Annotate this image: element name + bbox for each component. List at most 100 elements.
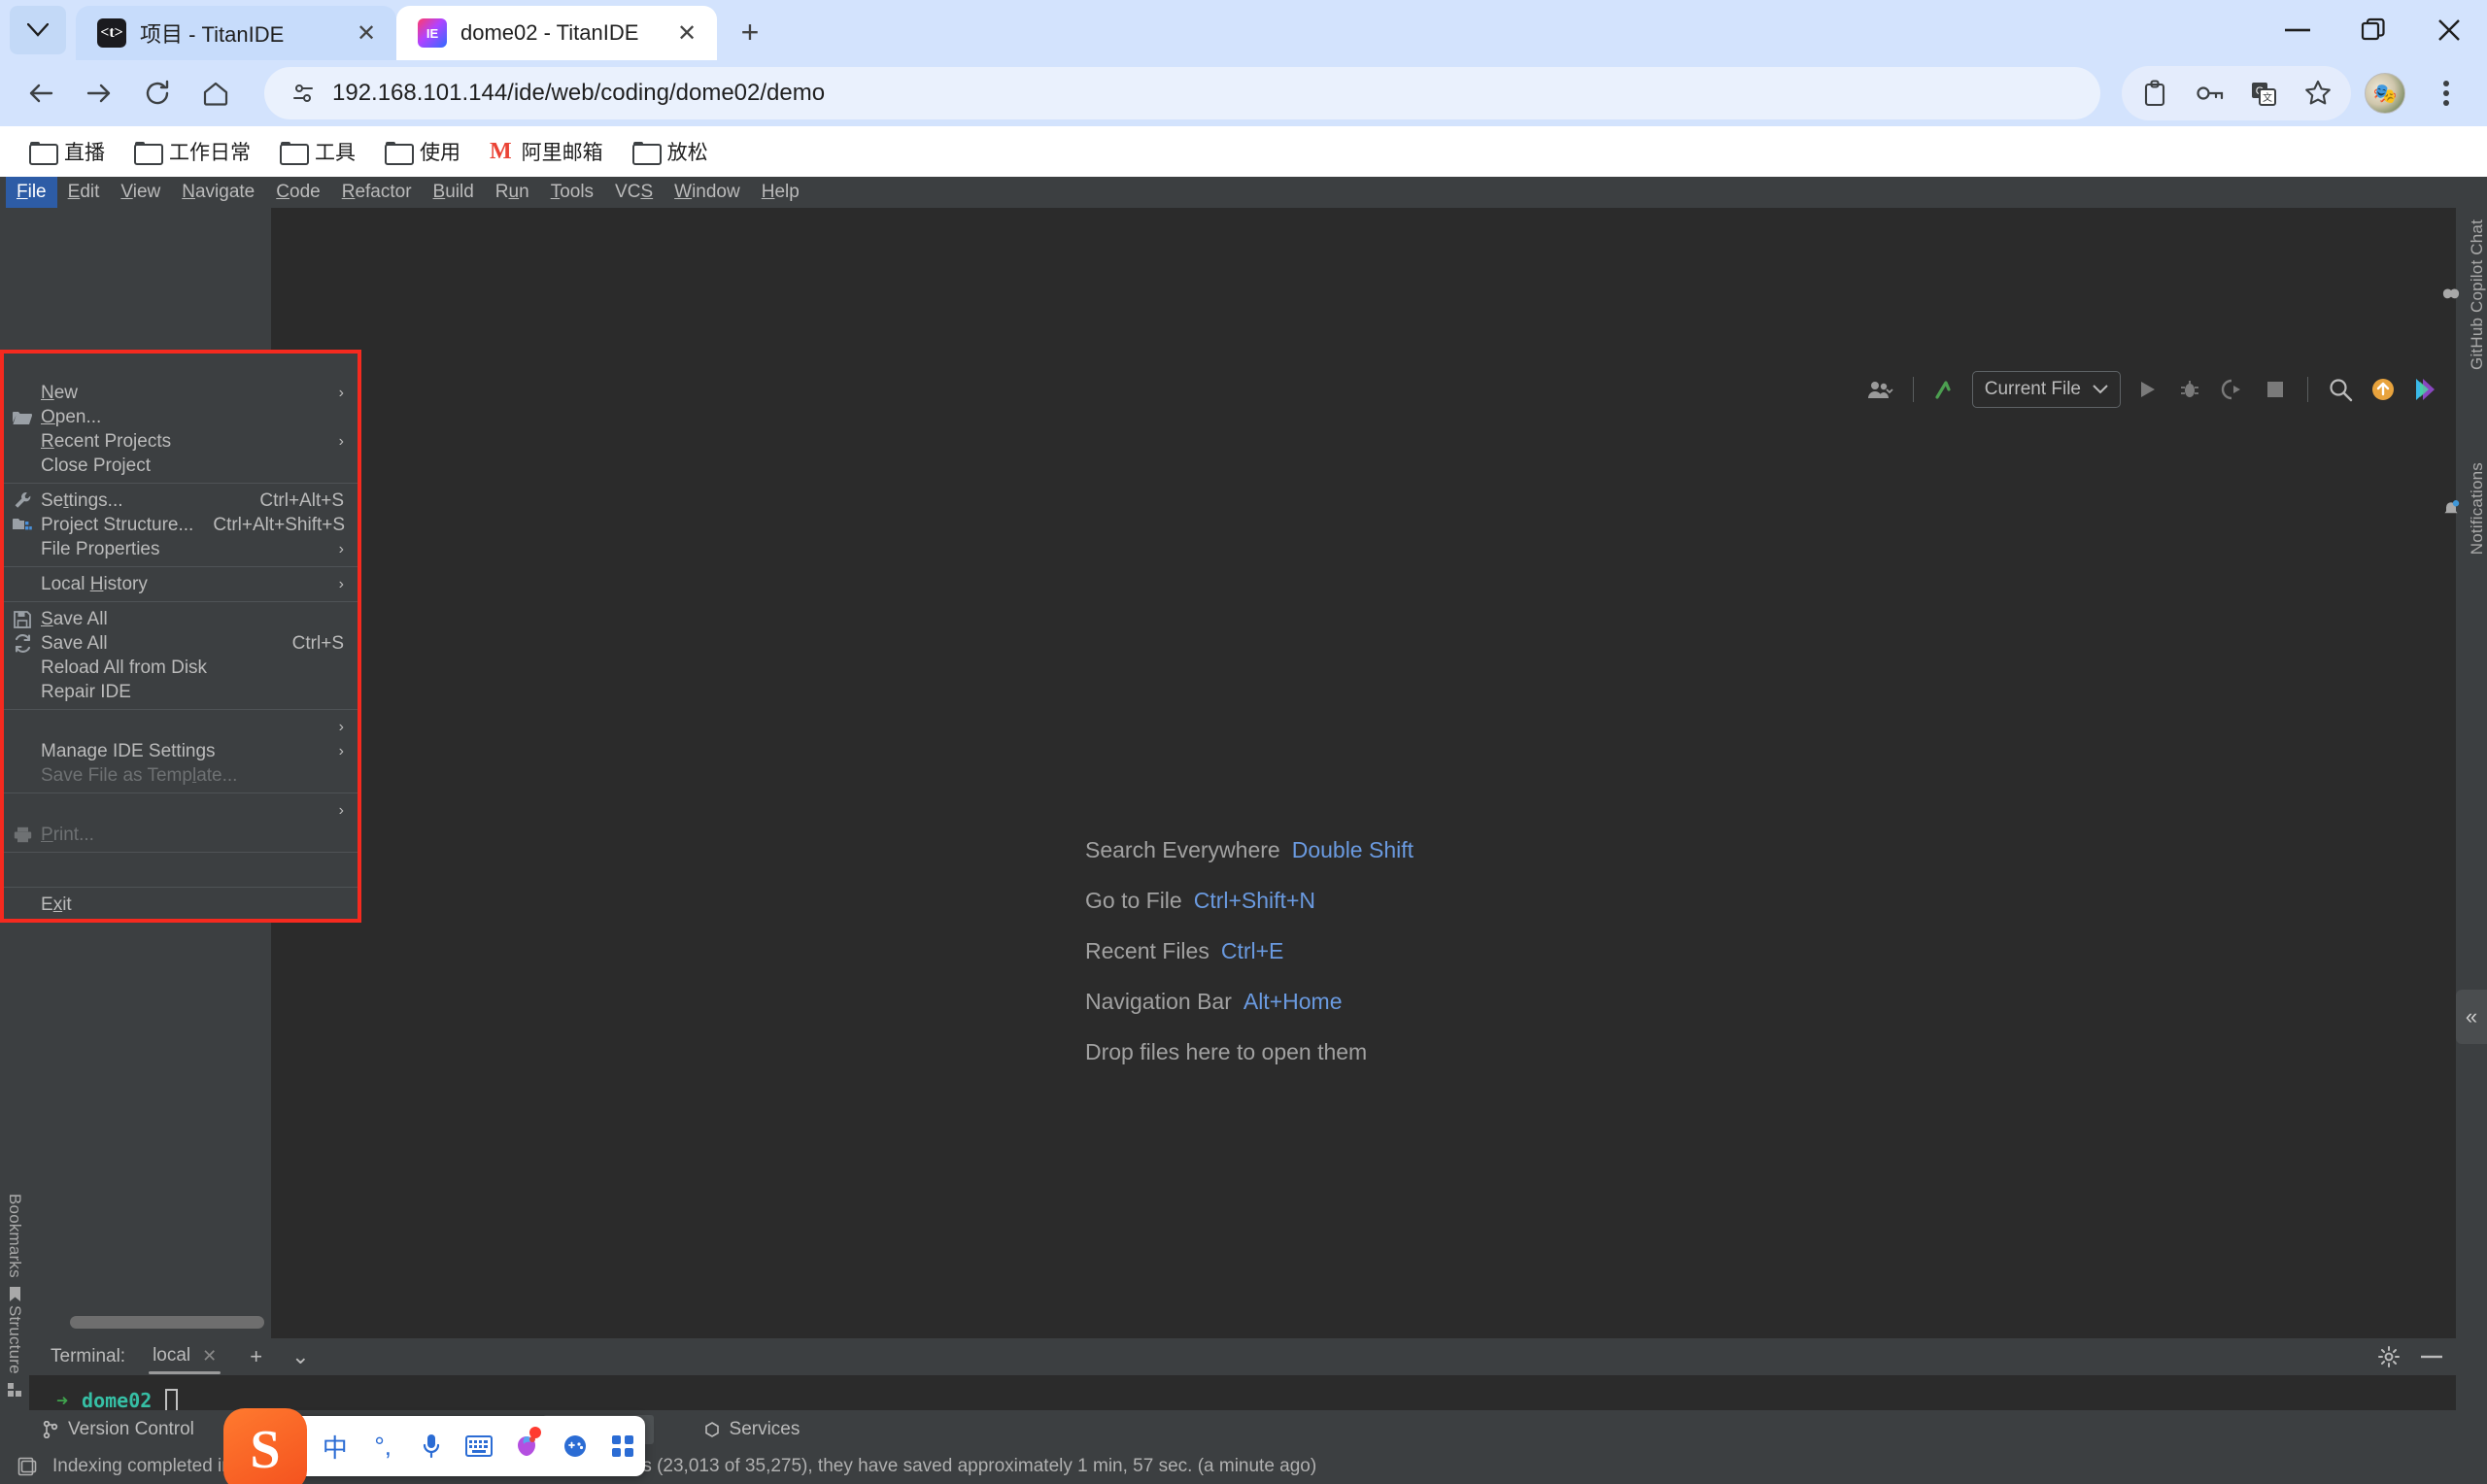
- menu-refactor[interactable]: Refactor: [331, 177, 423, 208]
- run-configuration-selector[interactable]: Current File: [1972, 371, 2121, 408]
- apps-grid-icon[interactable]: [601, 1421, 645, 1471]
- voice-input-icon[interactable]: [409, 1421, 453, 1471]
- new-tab-button[interactable]: +: [727, 9, 773, 55]
- run-with-coverage-icon[interactable]: [2216, 373, 2249, 406]
- bookmark-item-3[interactable]: 使用: [373, 131, 472, 172]
- indexing-icon[interactable]: [17, 1457, 37, 1476]
- tab-search-button[interactable]: [10, 6, 66, 54]
- tool-tab-services[interactable]: Services: [697, 1415, 808, 1444]
- menu-item-repair-ide[interactable]: Reload All from Disk: [4, 656, 358, 680]
- menu-item-recent-projects[interactable]: Recent Projects ›: [4, 429, 358, 454]
- menu-tools[interactable]: Tools: [540, 177, 604, 208]
- chevron-down-icon[interactable]: ⌄: [286, 1344, 315, 1369]
- search-icon[interactable]: [2324, 373, 2357, 406]
- collapse-panel-button[interactable]: «: [2456, 990, 2487, 1044]
- bookmark-item-0[interactable]: 直播: [17, 131, 117, 172]
- menu-item-manage-ide-settings[interactable]: ›: [4, 715, 358, 739]
- bookmark-item-2[interactable]: 工具: [268, 131, 367, 172]
- menu-file[interactable]: File: [6, 177, 57, 208]
- run-icon[interactable]: [2130, 373, 2163, 406]
- ai-assistant-icon[interactable]: [2409, 373, 2442, 406]
- close-icon[interactable]: ✕: [672, 18, 701, 48]
- keyboard-icon[interactable]: [457, 1421, 500, 1471]
- chrome-menu-icon[interactable]: [2419, 66, 2473, 120]
- clipboard-icon[interactable]: [2128, 66, 2182, 120]
- bookmark-item-5[interactable]: 放松: [621, 131, 720, 172]
- browser-tab-2[interactable]: IE dome02 - TitanIDE ✕: [396, 6, 717, 60]
- menu-window[interactable]: Window: [664, 177, 751, 208]
- sogou-ime-logo-icon[interactable]: S: [223, 1408, 307, 1484]
- file-menu-popup[interactable]: New › Open... Recent Projects › Close Pr…: [0, 350, 361, 923]
- menu-item-new[interactable]: New ›: [4, 381, 358, 405]
- password-key-icon[interactable]: [2182, 66, 2236, 120]
- stop-icon[interactable]: [2259, 373, 2292, 406]
- sidebar-item-bookmarks[interactable]: Bookmarks: [0, 1194, 30, 1302]
- services-icon: [704, 1422, 720, 1437]
- updates-arrow-icon[interactable]: [1929, 373, 1962, 406]
- sidebar-item-copilot-chat[interactable]: GitHub Copilot Chat: [2456, 219, 2487, 370]
- minimize-icon[interactable]: [2421, 1355, 2442, 1359]
- menu-item-settings[interactable]: Settings... Ctrl+Alt+S: [4, 489, 358, 513]
- gear-icon[interactable]: [2378, 1346, 2400, 1367]
- close-button[interactable]: [2411, 0, 2487, 60]
- browser-tab-1[interactable]: <t> 项目 - TitanIDE ✕: [76, 6, 396, 60]
- ime-floating-toolbar[interactable]: S 中 °,: [237, 1416, 645, 1476]
- browser-toolbar: 192.168.101.144/ide/web/coding/dome02/de…: [0, 60, 2487, 126]
- menu-help[interactable]: Help: [751, 177, 810, 208]
- maximize-restore-button[interactable]: [2335, 0, 2411, 60]
- update-badge-icon[interactable]: [2367, 373, 2400, 406]
- menu-item-invalidate-caches[interactable]: Repair IDE: [4, 680, 358, 704]
- sidebar-item-notifications[interactable]: Notifications: [2456, 462, 2487, 555]
- chevron-right-icon: ›: [339, 743, 344, 760]
- minimize-button[interactable]: [2260, 0, 2335, 60]
- tool-tab-version-control[interactable]: Version Control: [35, 1415, 202, 1444]
- chinese-mode-icon[interactable]: 中: [313, 1421, 357, 1471]
- menu-view[interactable]: View: [110, 177, 171, 208]
- new-terminal-button[interactable]: +: [244, 1344, 268, 1369]
- menu-vcs[interactable]: VCS: [604, 177, 664, 208]
- menu-item-save-all[interactable]: Save All: [4, 607, 358, 631]
- close-icon[interactable]: ✕: [352, 18, 381, 48]
- menu-navigate[interactable]: Navigate: [171, 177, 265, 208]
- bookmark-item-4[interactable]: M阿里邮箱: [478, 131, 615, 172]
- menu-item-new-projects-setup[interactable]: Manage IDE Settings ›: [4, 739, 358, 763]
- debug-icon[interactable]: [2173, 373, 2206, 406]
- project-horizontal-scrollbar[interactable]: [70, 1316, 264, 1329]
- menu-item-local-history[interactable]: Local History ›: [4, 572, 358, 596]
- menu-item-reload-all-from-disk[interactable]: Save All Ctrl+S: [4, 631, 358, 656]
- home-button[interactable]: [188, 66, 243, 120]
- sidebar-item-structure[interactable]: Structure: [0, 1305, 30, 1398]
- close-icon[interactable]: ✕: [202, 1346, 217, 1366]
- bookmark-star-icon[interactable]: [2291, 66, 2345, 120]
- punctuation-icon[interactable]: °,: [360, 1421, 404, 1471]
- bookmark-item-1[interactable]: 工作日常: [122, 131, 262, 172]
- menu-item-project-structure[interactable]: Project Structure... Ctrl+Alt+Shift+S: [4, 513, 358, 537]
- terminal-header: Terminal: local ✕ + ⌄: [29, 1338, 2456, 1375]
- site-settings-icon[interactable]: [290, 80, 317, 107]
- menu-item-export[interactable]: ›: [4, 798, 358, 823]
- forward-button[interactable]: [72, 66, 126, 120]
- menu-item-close-project[interactable]: Close Project: [4, 454, 358, 478]
- menu-build[interactable]: Build: [423, 177, 485, 208]
- menu-run[interactable]: Run: [485, 177, 540, 208]
- menu-item-label: Close Project: [41, 455, 344, 477]
- profile-avatar[interactable]: 🎭: [2365, 73, 2405, 114]
- reload-button[interactable]: [130, 66, 185, 120]
- browser-chrome: <t> 项目 - TitanIDE ✕ IE dome02 - TitanIDE…: [0, 0, 2487, 177]
- account-icon[interactable]: [1864, 373, 1897, 406]
- translate-icon[interactable]: G文: [2236, 66, 2291, 120]
- terminal-session-tab[interactable]: local ✕: [143, 1339, 226, 1374]
- address-bar[interactable]: 192.168.101.144/ide/web/coding/dome02/de…: [264, 67, 2100, 119]
- menu-edit[interactable]: Edit: [57, 177, 111, 208]
- back-button[interactable]: [14, 66, 68, 120]
- emoji-icon[interactable]: [505, 1421, 549, 1471]
- menu-item-file-properties[interactable]: File Properties ›: [4, 537, 358, 561]
- game-icon[interactable]: [553, 1421, 596, 1471]
- menu-item-open[interactable]: Open...: [4, 405, 358, 429]
- menu-separator: [4, 601, 358, 602]
- address-bar-url[interactable]: 192.168.101.144/ide/web/coding/dome02/de…: [332, 80, 825, 107]
- menu-item-exit[interactable]: Exit: [4, 893, 358, 917]
- menu-item-power-save-mode[interactable]: [4, 858, 358, 882]
- menu-code[interactable]: Code: [265, 177, 330, 208]
- menu-separator: [4, 887, 358, 888]
